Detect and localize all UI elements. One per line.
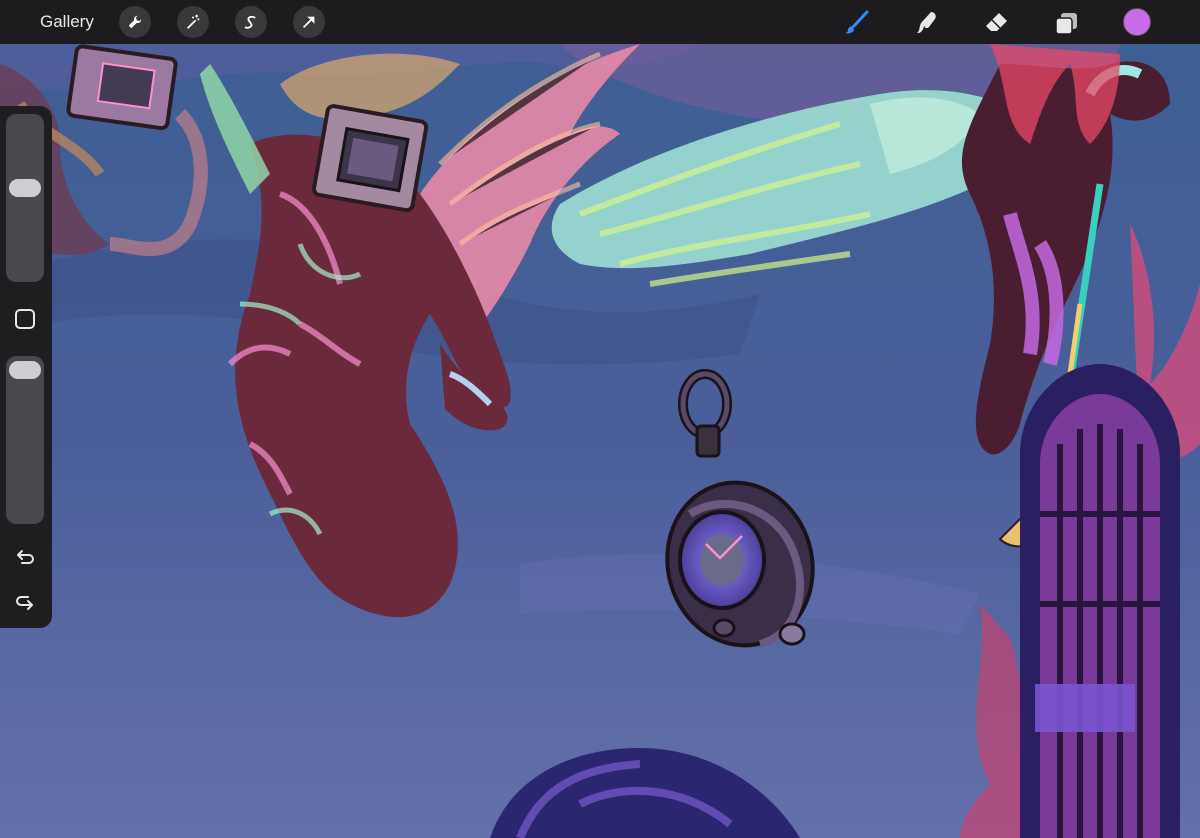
drawing-canvas[interactable] (0, 44, 1200, 838)
artwork (0, 44, 1200, 838)
brush-icon[interactable] (840, 6, 874, 40)
wrench-icon[interactable] (119, 6, 151, 38)
gallery-button[interactable]: Gallery (40, 11, 94, 33)
opacity-slider[interactable] (6, 356, 44, 524)
color-swatch[interactable] (1123, 8, 1151, 36)
sidebar (0, 106, 52, 628)
smudge-icon[interactable] (910, 6, 944, 40)
layers-icon[interactable] (1050, 6, 1084, 40)
brush-size-slider[interactable] (6, 114, 44, 282)
selection-s-icon[interactable] (235, 6, 267, 38)
eraser-icon[interactable] (980, 6, 1014, 40)
square-icon[interactable] (14, 308, 36, 330)
top-toolbar: Gallery (0, 0, 1200, 44)
redo-icon[interactable] (13, 589, 37, 613)
undo-icon[interactable] (13, 547, 37, 571)
magic-wand-icon[interactable] (177, 6, 209, 38)
transform-arrow-icon[interactable] (293, 6, 325, 38)
brush-size-handle[interactable] (9, 179, 41, 197)
opacity-handle[interactable] (9, 361, 41, 379)
